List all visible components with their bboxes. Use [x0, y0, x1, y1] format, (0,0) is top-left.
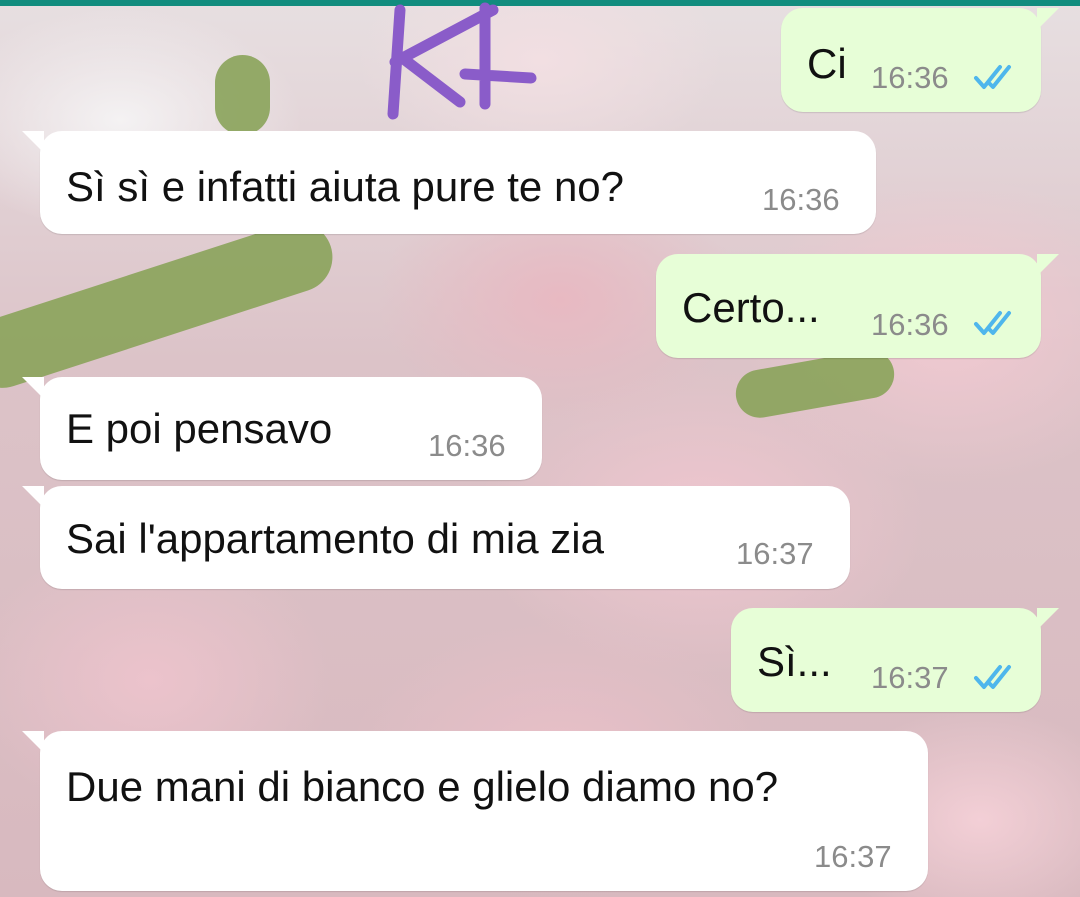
message-timestamp: 16:37 — [871, 660, 949, 695]
message-outgoing[interactable]: Ci 16:36 — [781, 8, 1059, 112]
message-timestamp: 16:36 — [428, 428, 506, 463]
wallpaper-stem — [215, 55, 270, 135]
message-text: Ci — [807, 40, 847, 87]
double-check-icon — [974, 311, 1011, 335]
message-incoming[interactable]: Sai l'appartamento di mia zia 16:37 — [22, 486, 850, 589]
message-timestamp: 16:36 — [871, 60, 949, 95]
message-text: Sì sì e infatti aiuta pure te no? — [66, 163, 625, 210]
message-text: Due mani di bianco e glielo diamo no? — [66, 763, 779, 810]
message-incoming[interactable]: E poi pensavo 16:36 — [22, 377, 542, 480]
message-text: E poi pensavo — [66, 405, 333, 452]
message-incoming[interactable]: Due mani di bianco e glielo diamo no? 16… — [22, 731, 928, 891]
double-check-icon — [974, 665, 1011, 689]
message-timestamp: 16:37 — [736, 536, 814, 571]
message-text: Sai l'appartamento di mia zia — [66, 515, 604, 562]
handwritten-scribble — [387, 2, 537, 120]
message-text: Certo... — [682, 284, 820, 331]
message-timestamp: 16:37 — [814, 839, 892, 874]
message-outgoing[interactable]: Sì... 16:37 — [731, 608, 1059, 712]
message-outgoing[interactable]: Certo... 16:36 — [656, 254, 1059, 358]
message-text: Sì... — [757, 638, 832, 685]
message-timestamp: 16:36 — [762, 182, 840, 217]
double-check-icon — [974, 65, 1011, 89]
header-accent-bar — [0, 0, 1080, 6]
message-incoming[interactable]: Sì sì e infatti aiuta pure te no? 16:36 — [22, 131, 876, 234]
message-timestamp: 16:36 — [871, 307, 949, 342]
